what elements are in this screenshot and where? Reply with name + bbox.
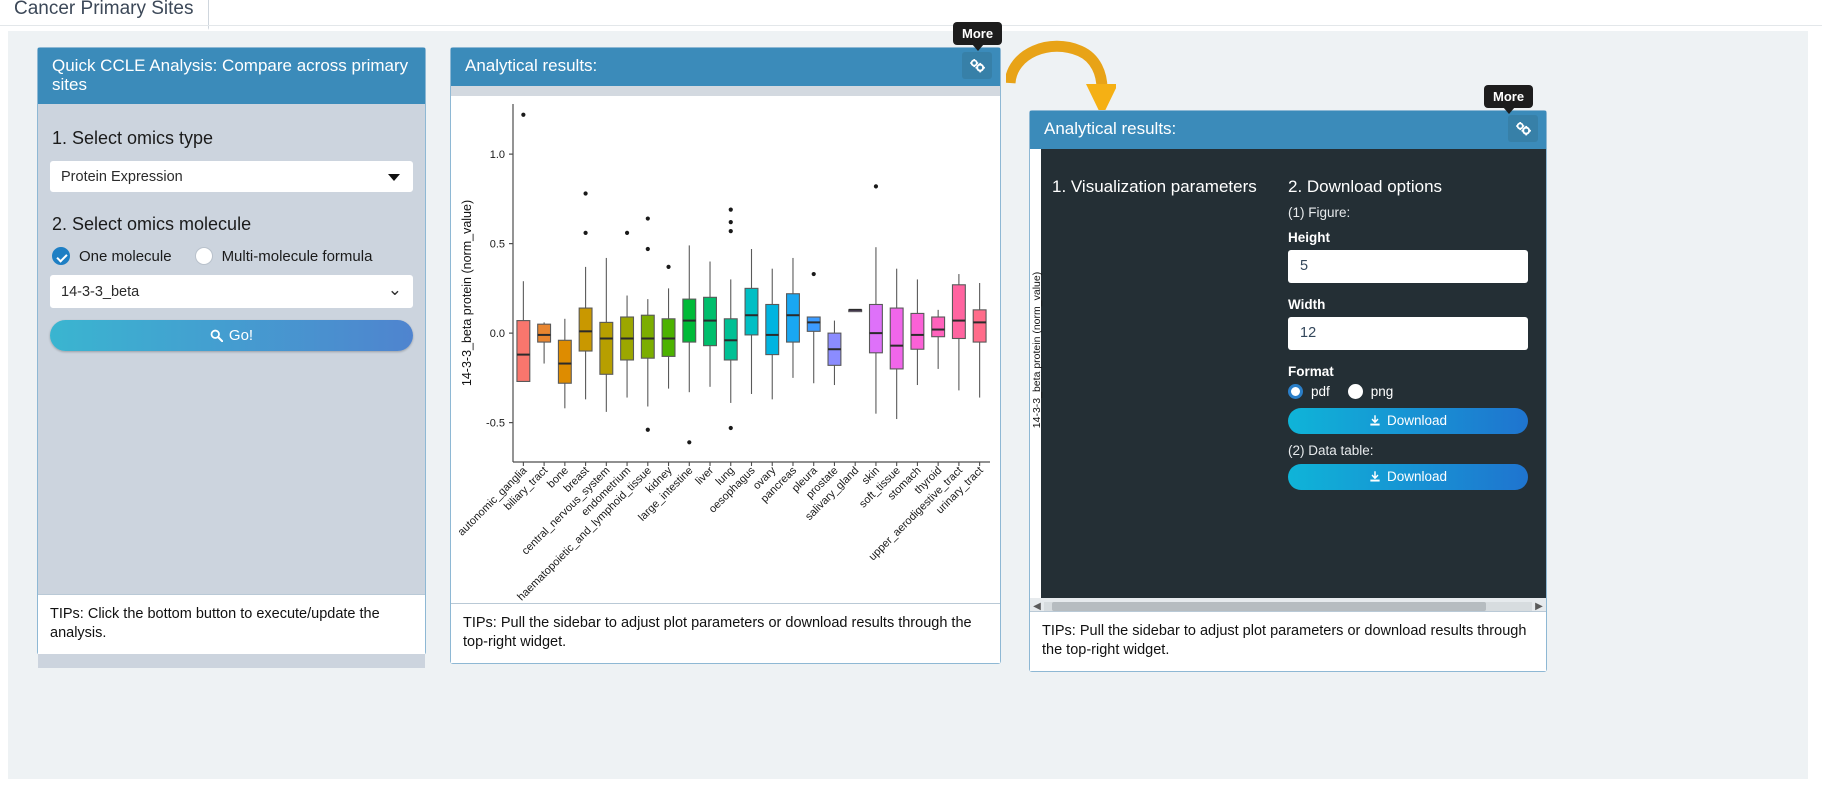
- controls-panel: Quick CCLE Analysis: Compare across prim…: [37, 47, 426, 669]
- scrollbar-track[interactable]: [1044, 601, 1532, 611]
- format-radio-group: pdf png: [1288, 383, 1528, 399]
- gears-icon: [1515, 121, 1532, 136]
- go-button[interactable]: Go!: [50, 320, 413, 352]
- height-label: Height: [1288, 229, 1330, 245]
- results-panel-title: Analytical results:: [465, 56, 598, 75]
- datatable-section-label: (2) Data table:: [1288, 442, 1374, 458]
- more-tooltip-middle: More: [953, 22, 1003, 51]
- visualization-parameters-title: 1. Visualization parameters: [1052, 176, 1257, 196]
- svg-text:1.0: 1.0: [490, 149, 505, 161]
- download-icon: [1369, 414, 1381, 427]
- controls-panel-title: Quick CCLE Analysis: Compare across prim…: [52, 56, 409, 94]
- figure-section-label: (1) Figure:: [1288, 204, 1351, 220]
- radio-format-png[interactable]: [1347, 383, 1363, 399]
- go-button-label: Go!: [228, 327, 254, 345]
- more-widget-button[interactable]: [962, 52, 992, 79]
- download-icon: [1369, 470, 1381, 483]
- molecule-mode-radio-group: One molecule Multi-molecule formula: [52, 247, 413, 266]
- controls-panel-header: Quick CCLE Analysis: Compare across prim…: [38, 48, 425, 105]
- boxplot-svg: -0.5 0.0 0.5 1.0 14-3-3_beta protein (norm_v…: [456, 103, 990, 603]
- results-panel-subbar: [451, 85, 1000, 96]
- download-figure-label: Download: [1386, 413, 1448, 429]
- svg-text:0.0: 0.0: [490, 328, 505, 340]
- width-label: Width: [1288, 296, 1326, 312]
- download-options-title: 2. Download options: [1288, 176, 1443, 196]
- widget-plot-peek: 14-3-3_beta protein (norm_value): [1030, 148, 1043, 598]
- chevron-down-icon: [388, 174, 400, 182]
- format-label: Format: [1288, 363, 1334, 379]
- controls-tips-text: TIPs: Click the bottom button to execute…: [50, 605, 380, 642]
- radio-format-pdf-label: pdf: [1311, 383, 1330, 399]
- search-icon: [210, 329, 223, 343]
- widget-panel: Analytical results: 14-3-3_beta protein …: [1029, 110, 1547, 672]
- svg-text:liver: liver: [693, 464, 716, 487]
- widget-dark-area: 14-3-3_beta protein (norm_value) 1. Visu…: [1030, 148, 1546, 615]
- gears-icon: [969, 58, 986, 73]
- svg-text:-0.5: -0.5: [486, 417, 505, 429]
- download-table-button[interactable]: Download: [1288, 463, 1528, 490]
- tab-strip: Cancer Primary Sites: [0, 0, 1822, 30]
- radio-multi-molecule[interactable]: [194, 247, 213, 266]
- width-value: 12: [1300, 325, 1317, 342]
- results-tips-text: TIPs: Pull the sidebar to adjust plot pa…: [463, 614, 972, 651]
- visualization-parameters-column: 1. Visualization parameters: [1052, 177, 1257, 197]
- height-input[interactable]: 5: [1288, 249, 1528, 283]
- controls-tips: TIPs: Click the bottom button to execute…: [38, 593, 425, 654]
- omics-type-value: Protein Expression: [61, 168, 183, 185]
- results-tips: TIPs: Pull the sidebar to adjust plot pa…: [451, 602, 1000, 663]
- boxplot-chart: -0.5 0.0 0.5 1.0 14-3-3_beta protein (norm_v…: [451, 95, 1000, 617]
- tab-label: Cancer Primary Sites: [14, 0, 194, 19]
- download-table-label: Download: [1386, 469, 1448, 485]
- more-tooltip-right-label: More: [1493, 89, 1525, 104]
- more-widget-button-right[interactable]: [1508, 115, 1538, 142]
- radio-one-molecule[interactable]: [52, 247, 70, 266]
- radio-multi-molecule-label: Multi-molecule formula: [221, 247, 373, 265]
- results-panel: Analytical results: -0.5 0.0 0.5 1.0 14-…: [450, 47, 1001, 664]
- radio-format-pdf[interactable]: [1288, 383, 1303, 399]
- download-options-column: 2. Download options (1) Figure: Height 5…: [1288, 177, 1528, 490]
- widget-tips-text: TIPs: Pull the sidebar to adjust plot pa…: [1042, 622, 1527, 659]
- molecule-select[interactable]: 14-3-3_beta ⌄: [50, 275, 413, 309]
- scrollbar-thumb[interactable]: [1052, 601, 1487, 611]
- svg-text:0.5: 0.5: [490, 238, 505, 250]
- radio-format-png-label: png: [1370, 383, 1394, 399]
- height-value: 5: [1300, 258, 1309, 275]
- chevron-down-icon: ⌄: [387, 280, 402, 300]
- more-tooltip-right: More: [1484, 85, 1534, 114]
- svg-text:14-3-3_beta protein (norm_valu: 14-3-3_beta protein (norm_value): [460, 200, 474, 386]
- radio-one-molecule-label: One molecule: [79, 247, 172, 265]
- width-input[interactable]: 12: [1288, 316, 1528, 350]
- results-panel-header: Analytical results:: [451, 48, 1000, 86]
- widget-panel-header: Analytical results:: [1030, 111, 1546, 149]
- controls-panel-body: 1. Select omics type Protein Expression …: [38, 104, 425, 669]
- molecule-value: 14-3-3_beta: [61, 283, 140, 300]
- step1-title: 1. Select omics type: [52, 128, 214, 149]
- widget-panel-title: Analytical results:: [1044, 119, 1177, 138]
- download-figure-button[interactable]: Download: [1288, 407, 1528, 434]
- tab-strip-divider: [0, 25, 1822, 26]
- step2-title: 2. Select omics molecule: [52, 214, 252, 235]
- more-tooltip-middle-label: More: [962, 26, 994, 41]
- widget-tips: TIPs: Pull the sidebar to adjust plot pa…: [1030, 610, 1546, 671]
- omics-type-select[interactable]: Protein Expression: [50, 161, 413, 193]
- widget-plot-peek-ylabel: 14-3-3_beta protein (norm_value): [1031, 271, 1043, 428]
